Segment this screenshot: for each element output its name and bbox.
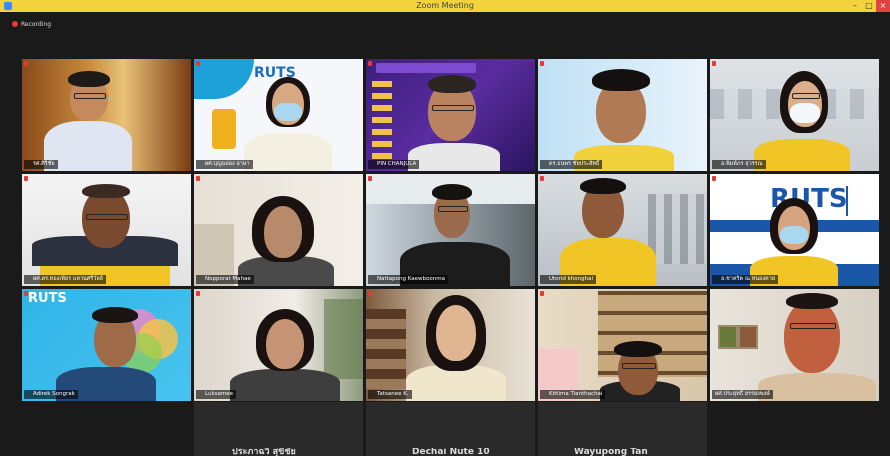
muted-mic-icon [196, 176, 200, 181]
maximize-button[interactable]: □ [862, 0, 876, 12]
participant-tile-active-speaker[interactable]: ผศ.ประยุทธิ์ ยรรยงพงษ์ [710, 289, 879, 401]
participant-video [22, 59, 191, 171]
participant-tile[interactable]: RUTS Adirek Songrak [22, 289, 191, 401]
participant-name: Tatsanee K. [368, 390, 412, 399]
muted-mic-icon [24, 291, 28, 296]
participant-tile[interactable]: RUTS อ.ชาคริต ณ หนองคาย [710, 174, 879, 286]
muted-mic-icon [368, 176, 372, 181]
muted-mic-icon [540, 61, 544, 66]
participant-video [22, 174, 191, 286]
participant-name-partial: Wayupong Tan [574, 448, 648, 456]
window-titlebar: Zoom Meeting – □ × [0, 0, 890, 12]
participant-name-partial: Dechai Nute 10 [412, 448, 490, 456]
participant-video [194, 174, 363, 286]
participant-video [366, 289, 535, 401]
muted-mic-icon [368, 61, 372, 66]
participant-name: อ.พิมพ์ภร สุวรรณ [712, 160, 766, 169]
participant-name: PIN CHANJULA [368, 160, 420, 169]
participant-tile[interactable]: Kittima Tianthachai [538, 289, 707, 401]
muted-mic-icon [196, 61, 200, 66]
muted-mic-icon [196, 291, 200, 296]
participant-name: Nopporat Mahae [196, 275, 254, 284]
muted-mic-icon [540, 176, 544, 181]
participant-video [710, 59, 879, 171]
muted-mic-icon [540, 291, 544, 296]
participant-video [22, 289, 191, 401]
muted-mic-icon [368, 291, 372, 296]
muted-mic-icon [712, 176, 716, 181]
participant-tile[interactable]: RUTS ผศ.บุญฉลอง อาษา [194, 59, 363, 171]
muted-mic-icon [24, 61, 28, 66]
participant-video [366, 174, 535, 286]
participant-tile[interactable]: ผศ.ดร.ทองเพียร แหวนศรีวัลย์ [22, 174, 191, 286]
muted-mic-icon [712, 61, 716, 66]
participant-tile[interactable]: Nattapong Kaewboonma [366, 174, 535, 286]
close-button[interactable]: × [876, 0, 890, 12]
participant-tile[interactable]: PIN CHANJULA [366, 59, 535, 171]
participant-tile[interactable]: รศ.ศิริชัย [22, 59, 191, 171]
window-title: Zoom Meeting [416, 1, 474, 10]
participant-name: Nattapong Kaewboonma [368, 275, 448, 284]
participant-video [710, 174, 879, 286]
participant-video [538, 289, 707, 401]
participant-tile[interactable]: Luksamee [194, 289, 363, 401]
participant-name: Luksamee [196, 390, 236, 399]
participant-video [366, 59, 535, 171]
participant-name: อ.ชาคริต ณ หนองคาย [712, 275, 779, 284]
participant-tile[interactable]: ดร.ธนพร ชัยประสิทธิ์ [538, 59, 707, 171]
participant-video [538, 59, 707, 171]
participant-name-partial: ประภาฉวี สุขีชัย [232, 448, 296, 456]
participant-tile[interactable]: Nopporat Mahae [194, 174, 363, 286]
participant-tile[interactable]: Tatsanee K. [366, 289, 535, 401]
participant-video [194, 289, 363, 401]
minimize-button[interactable]: – [848, 0, 862, 12]
recording-indicator[interactable]: Recording [12, 19, 51, 29]
participant-tile[interactable]: อ.พิมพ์ภร สุวรรณ [710, 59, 879, 171]
muted-mic-icon [24, 176, 28, 181]
participant-name: Utorid khonghai [540, 275, 596, 284]
participant-name: รศ.ศิริชัย [24, 160, 58, 169]
participant-name: ผศ.ดร.ทองเพียร แหวนศรีวัลย์ [24, 275, 106, 284]
participant-name: ดร.ธนพร ชัยประสิทธิ์ [540, 160, 603, 169]
participant-name: Kittima Tianthachai [540, 390, 606, 399]
participant-name: Adirek Songrak [24, 390, 78, 399]
participant-video [710, 289, 879, 401]
participant-video [538, 174, 707, 286]
recording-label: Recording [21, 20, 52, 28]
participant-name: ผศ.บุญฉลอง อาษา [196, 160, 253, 169]
participant-name: ผศ.ประยุทธิ์ ยรรยงพงษ์ [712, 390, 773, 399]
recording-dot-icon [12, 21, 18, 27]
participant-tile[interactable]: Utorid khonghai [538, 174, 707, 286]
